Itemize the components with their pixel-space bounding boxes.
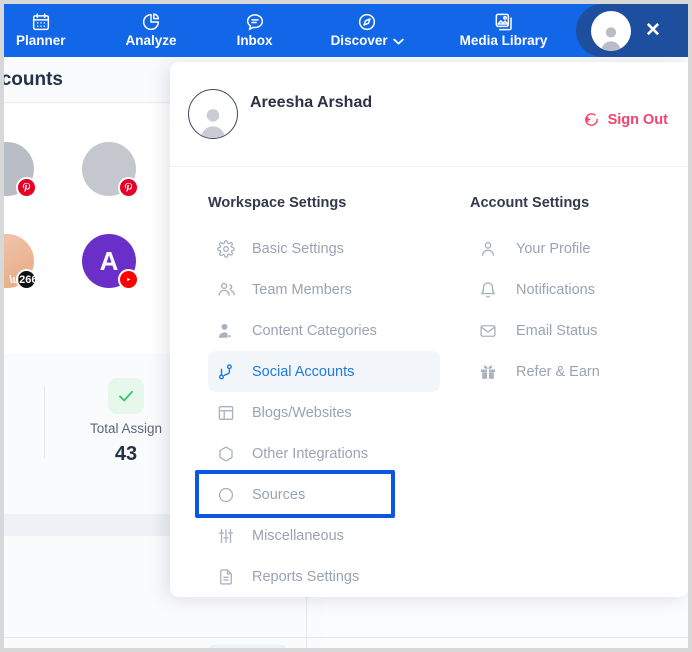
chevron-down-icon — [392, 38, 404, 45]
screenshot-root: al Accounts — [0, 0, 692, 652]
menu-item-refer-and-earn[interactable]: Refer & Earn — [470, 351, 688, 392]
menu-item-blogs-websites[interactable]: Blogs/Websites — [208, 392, 428, 433]
user-avatar-menu[interactable]: ✕ — [576, 4, 688, 57]
avatar — [591, 10, 631, 51]
account-avatar[interactable] — [82, 142, 139, 198]
nav-item-media-library[interactable]: Media Library — [456, 4, 552, 57]
document-icon — [216, 568, 236, 586]
hexagon-icon — [216, 445, 236, 463]
sign-out-icon — [583, 111, 600, 128]
youtube-badge-icon — [118, 269, 139, 290]
menu-item-label: Reports Settings — [252, 568, 360, 585]
menu-item-miscellaneous[interactable]: Miscellaneous — [208, 515, 428, 556]
nav-item-label: Inbox — [237, 33, 273, 49]
sign-out-label: Sign Out — [607, 111, 668, 128]
menu-item-your-profile[interactable]: Your Profile — [470, 228, 688, 269]
tiktok-badge-icon: \u266a — [9, 269, 44, 290]
pinterest-badge-icon — [16, 177, 37, 198]
user-name: Areesha Arshad — [250, 94, 373, 111]
popover-body: Workspace Settings Basic Settings Team M… — [170, 167, 688, 597]
page-title: al Accounts — [4, 68, 63, 90]
nav-item-label: Media Library — [460, 33, 548, 49]
stat-divider — [44, 386, 45, 458]
menu-item-notifications[interactable]: Notifications — [470, 269, 688, 310]
compass-icon — [357, 12, 377, 32]
bell-icon — [478, 281, 498, 299]
stat-card: Total Assign 43 — [90, 378, 162, 466]
menu-item-label: Other Integrations — [252, 445, 369, 462]
nav-item-label: Discover — [331, 33, 404, 49]
check-icon — [108, 378, 145, 414]
chat-bubble-icon — [245, 12, 265, 32]
popover-header: Areesha Arshad Sign Out — [170, 62, 688, 167]
stat-label: Total Assign — [90, 421, 163, 436]
images-icon — [494, 12, 514, 32]
menu-item-label: Your Profile — [516, 240, 591, 257]
menu-item-label: Team Members — [252, 281, 352, 298]
workspace-settings-column: Workspace Settings Basic Settings Team M… — [170, 195, 440, 597]
nav-label-text: Planner — [16, 33, 66, 48]
pie-chart-icon — [141, 12, 161, 32]
menu-item-sources[interactable]: Sources — [208, 474, 428, 515]
close-icon[interactable]: ✕ — [645, 21, 661, 40]
sliders-icon — [216, 527, 236, 545]
menu-item-social-accounts[interactable]: Social Accounts — [208, 351, 440, 392]
account-avatar[interactable]: A — [82, 234, 139, 290]
menu-item-reports-settings[interactable]: Reports Settings — [208, 556, 428, 597]
user-tag-icon — [216, 322, 236, 340]
menu-item-label: Notifications — [516, 281, 595, 298]
stat-value: 43 — [114, 443, 138, 465]
person-icon — [478, 240, 498, 258]
nav-label-text: Inbox — [236, 33, 273, 48]
layout-icon — [216, 404, 236, 422]
menu-item-label: Refer & Earn — [516, 363, 600, 380]
menu-item-label: Email Status — [516, 322, 598, 339]
menu-item-label: Content Categories — [252, 322, 377, 339]
nav-item-analyze[interactable]: Analyze — [122, 4, 181, 57]
account-settings-popover: Areesha Arshad Sign Out Workspace Settin… — [170, 62, 688, 597]
today-dropdown[interactable]: Today — [209, 645, 287, 648]
nav-item-label: Planner — [16, 33, 66, 49]
menu-item-other-integrations[interactable]: Other Integrations — [208, 433, 428, 474]
menu-item-team-members[interactable]: Team Members — [208, 269, 428, 310]
account-settings-column: Account Settings Your Profile Notificati… — [428, 195, 688, 597]
top-navigation-bar: Planner Analyze Inbox Discover Media Lib… — [4, 4, 688, 57]
circle-icon — [216, 486, 236, 504]
menu-item-label: Blogs/Websites — [252, 404, 352, 421]
nav-item-planner[interactable]: Planner — [12, 4, 70, 57]
account-settings-title: Account Settings — [470, 195, 590, 211]
gear-icon — [216, 239, 236, 258]
nav-label-text: Analyze — [125, 33, 177, 48]
sign-out-button[interactable]: Sign Out — [583, 111, 668, 128]
app-window: al Accounts — [4, 4, 688, 648]
envelope-icon — [478, 322, 498, 340]
account-avatar[interactable]: \u266a — [4, 234, 44, 290]
bottom-rule — [4, 637, 688, 638]
menu-item-basic-settings[interactable]: Basic Settings — [208, 228, 428, 269]
nav-item-label: Analyze — [126, 33, 177, 49]
nav-item-discover[interactable]: Discover — [327, 4, 408, 57]
nav-label-text: Discover — [330, 33, 388, 48]
workspace-settings-title: Workspace Settings — [208, 195, 347, 211]
pinterest-badge-icon — [118, 177, 139, 198]
nav-item-inbox[interactable]: Inbox — [233, 4, 277, 57]
menu-item-label: Sources — [252, 486, 306, 503]
gift-icon — [478, 363, 498, 381]
menu-item-label: Social Accounts — [252, 363, 355, 380]
account-avatar[interactable] — [4, 142, 37, 198]
avatar — [188, 89, 238, 139]
nav-label-text: Media Library — [459, 33, 548, 48]
calendar-icon — [31, 12, 51, 32]
menu-item-email-status[interactable]: Email Status — [470, 310, 688, 351]
users-icon — [216, 280, 236, 299]
share-node-icon — [216, 363, 236, 381]
menu-item-content-categories[interactable]: Content Categories — [208, 310, 428, 351]
menu-item-label: Basic Settings — [252, 240, 344, 257]
menu-item-label: Miscellaneous — [252, 527, 344, 544]
